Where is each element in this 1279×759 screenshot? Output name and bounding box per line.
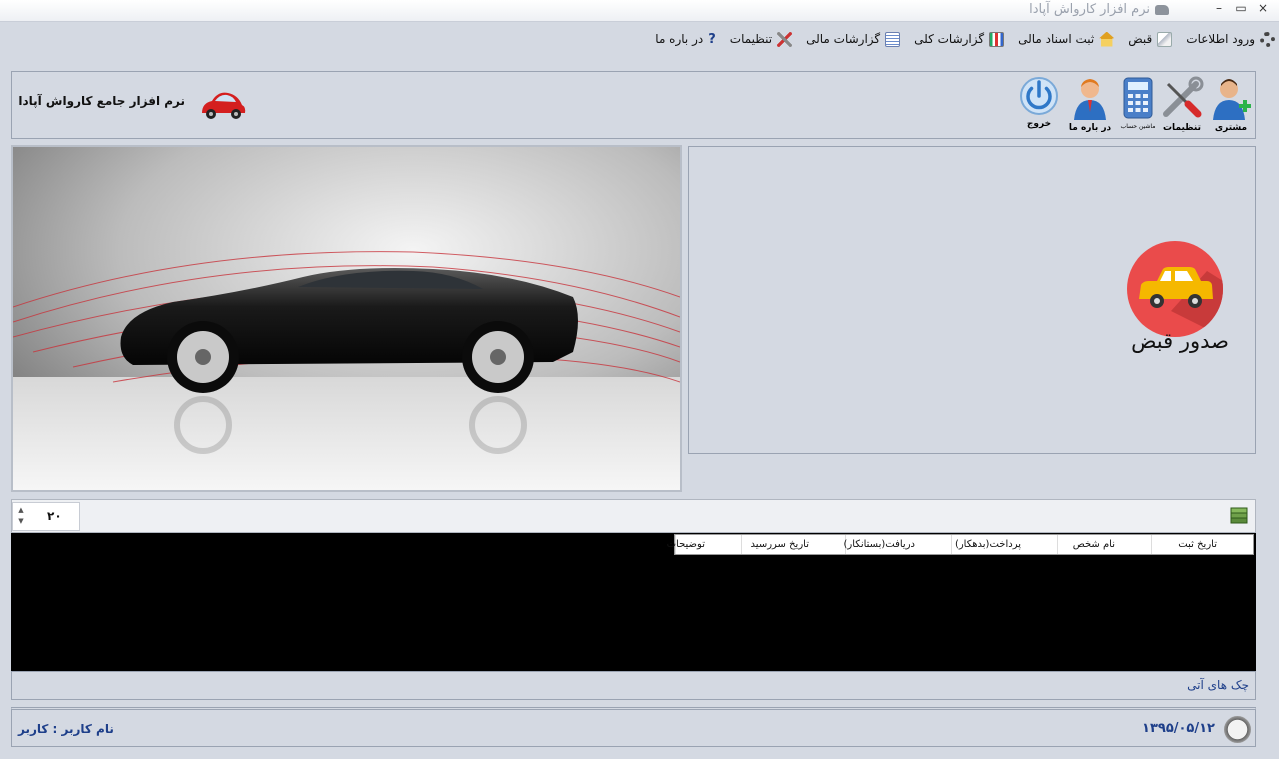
menu-about[interactable]: ? در باره ما — [655, 32, 715, 47]
page-size-stepper[interactable]: ▲ ▼ ۲۰ — [12, 502, 80, 531]
calculator-icon — [1123, 77, 1153, 119]
help-icon: ? — [708, 31, 716, 47]
calculator-button[interactable]: ماشین حساب — [1118, 76, 1158, 130]
customer-button[interactable]: مشتری — [1208, 76, 1254, 133]
col-description[interactable]: توضیحات — [667, 535, 741, 554]
car-showcase-image — [11, 145, 682, 492]
menu-label: گزارشات مالی — [806, 32, 881, 46]
red-car-icon — [202, 92, 246, 119]
sports-car-image — [13, 147, 680, 490]
menu-receipt[interactable]: قبض — [1128, 31, 1173, 47]
clock-icon — [1224, 716, 1251, 743]
person-icon — [1074, 79, 1106, 120]
grid-toolbar: ▲ ▼ ۲۰ — [11, 499, 1256, 533]
col-due-date[interactable]: تاریخ سررسید — [741, 535, 845, 554]
menu-label: گزارشات کلی — [914, 32, 985, 46]
window-title: نرم افزار کارواش آپادا — [1029, 2, 1169, 17]
menu-general-reports[interactable]: گزارشات کلی — [914, 31, 1005, 47]
col-payment-debtor[interactable]: پرداخت(بدهکار) — [951, 535, 1057, 554]
report-icon — [885, 31, 901, 47]
quick-actions-panel: صدور قبض — [688, 146, 1256, 454]
app-car-icon — [1155, 4, 1169, 15]
menu-bar: ورود اطلاعات قبض ثبت اسناد مالی گزارشات … — [0, 26, 1279, 52]
title-bar: – ▭ × نرم افزار کارواش آپادا — [0, 0, 1279, 22]
menu-settings[interactable]: تنظیمات — [729, 31, 793, 47]
wrench-screwdriver-icon — [1163, 76, 1204, 118]
menu-label: در باره ما — [655, 32, 704, 46]
col-person-name[interactable]: نام شخص — [1057, 535, 1151, 554]
issue-receipt-button[interactable]: صدور قبض — [1119, 241, 1229, 361]
grid-header: تاریخ ثبت نام شخص پرداخت(بدهکار) دریافت(… — [667, 534, 1254, 555]
checks-bar: چک های آتی — [11, 671, 1256, 700]
close-button[interactable]: × — [1252, 0, 1274, 18]
exit-button[interactable]: خروج — [1018, 76, 1060, 129]
bar-chart-icon — [989, 31, 1005, 47]
menu-label: تنظیمات — [729, 32, 773, 46]
yellow-car-icon — [1139, 267, 1223, 337]
wrench-icon — [777, 31, 793, 47]
page-size-value: ۲۰ — [47, 509, 62, 523]
toolbar: مشتری تنظیمات ماشین حساب در باره ما خروج… — [11, 71, 1256, 139]
menu-data-entry[interactable]: ورود اطلاعات — [1186, 31, 1275, 47]
menu-label: ورود اطلاعات — [1186, 32, 1255, 46]
about-label: در باره ما — [1068, 123, 1112, 133]
receipt-icon — [1157, 31, 1173, 47]
window-title-text: نرم افزار کارواش آپادا — [1029, 2, 1150, 17]
minimize-button[interactable]: – — [1208, 0, 1230, 18]
about-button[interactable]: در باره ما — [1066, 76, 1114, 133]
money-stack-icon[interactable] — [1229, 506, 1249, 526]
exit-label: خروج — [1026, 119, 1052, 129]
power-icon — [1020, 77, 1058, 115]
issue-receipt-label: صدور قبض — [1131, 329, 1229, 353]
calculator-label: ماشین حساب — [1120, 123, 1156, 130]
menu-label: قبض — [1128, 32, 1153, 46]
current-date: ۱۳۹۵/۰۵/۱۲ — [1142, 721, 1215, 736]
menu-label: ثبت اسناد مالی — [1018, 32, 1095, 46]
settings-label: تنظیمات — [1163, 123, 1201, 133]
upcoming-checks-grid[interactable]: تاریخ ثبت نام شخص پرداخت(بدهکار) دریافت(… — [11, 533, 1256, 671]
stepper-up-icon[interactable]: ▲ — [15, 505, 27, 516]
stepper-down-icon[interactable]: ▼ — [15, 516, 27, 527]
house-icon — [1099, 31, 1115, 47]
stepper-arrows[interactable]: ▲ ▼ — [15, 505, 27, 527]
col-receipt-creditor[interactable]: دریافت(بستانکار) — [844, 535, 951, 554]
col-registration-date[interactable]: تاریخ ثبت — [1151, 535, 1253, 554]
window-controls: – ▭ × — [1208, 0, 1274, 22]
app-title: نرم افزار جامع کارواش آپادا — [18, 94, 185, 108]
customer-label: مشتری — [1214, 123, 1248, 133]
settings-button[interactable]: تنظیمات — [1158, 76, 1206, 133]
gear-icon — [1260, 31, 1275, 47]
menu-financial-reports[interactable]: گزارشات مالی — [806, 31, 901, 47]
car-circle-icon — [1127, 241, 1223, 337]
current-user: نام کاربر : کاربر — [18, 722, 114, 736]
upcoming-checks-label: چک های آتی — [1187, 678, 1249, 692]
maximize-button[interactable]: ▭ — [1230, 0, 1252, 18]
customer-icon — [1213, 79, 1251, 120]
menu-financial-docs[interactable]: ثبت اسناد مالی — [1018, 31, 1115, 47]
status-bar: نام کاربر : کاربر ۱۳۹۵/۰۵/۱۲ — [11, 707, 1256, 747]
